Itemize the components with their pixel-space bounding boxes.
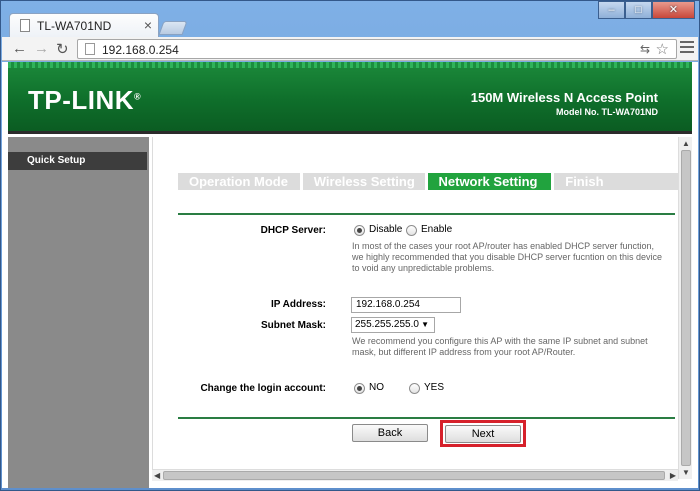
sidebar: Quick Setup bbox=[8, 137, 149, 488]
reload-icon[interactable]: ↻ bbox=[56, 40, 69, 58]
header-banner: TP-LINK® 150M Wireless N Access Point Mo… bbox=[8, 62, 692, 134]
subnet-mask-label: Subnet Mask: bbox=[260, 320, 326, 331]
bookmark-star-icon[interactable]: ☆ bbox=[656, 40, 669, 58]
subnet-mask-select[interactable]: 255.255.255.0 ▼ bbox=[351, 317, 435, 333]
scroll-right-icon[interactable]: ▶ bbox=[670, 471, 676, 480]
login-no-radio[interactable] bbox=[354, 383, 365, 394]
login-yes-label: YES bbox=[424, 382, 445, 393]
dhcp-label: DHCP Server: bbox=[260, 225, 326, 236]
dhcp-enable-radio[interactable] bbox=[406, 225, 417, 236]
login-account-label: Change the login account: bbox=[200, 383, 326, 394]
browser-toolbar: ← → ↻ 192.168.0.254 ⇆ ☆ bbox=[2, 37, 698, 61]
divider-bottom bbox=[178, 417, 675, 419]
page-icon bbox=[20, 19, 30, 32]
back-arrow-icon[interactable]: ← bbox=[12, 40, 27, 57]
minimize-button[interactable]: – bbox=[598, 1, 625, 19]
new-tab-button[interactable] bbox=[158, 21, 188, 35]
horizontal-scrollbar[interactable]: ◀ ▶ bbox=[152, 469, 678, 481]
vertical-scrollbar[interactable]: ▲ ▼ bbox=[678, 137, 692, 479]
tab-title: TL-WA701ND bbox=[37, 19, 112, 33]
menu-icon[interactable] bbox=[680, 41, 694, 56]
login-no-label: NO bbox=[369, 382, 384, 393]
dhcp-disable-radio[interactable] bbox=[354, 225, 365, 236]
step-operation-mode[interactable]: Operation Mode bbox=[178, 173, 300, 190]
url-text[interactable]: 192.168.0.254 bbox=[102, 43, 179, 57]
router-page: TP-LINK® 150M Wireless N Access Point Mo… bbox=[2, 62, 698, 488]
setup-steps: Operation Mode Wireless Setting Network … bbox=[178, 173, 678, 190]
model-number: Model No. TL-WA701ND bbox=[555, 107, 658, 117]
scroll-down-icon[interactable]: ▼ bbox=[682, 468, 690, 477]
next-button[interactable]: Next bbox=[445, 425, 521, 443]
main-content: Operation Mode Wireless Setting Network … bbox=[152, 137, 678, 479]
subnet-mask-value: 255.255.255.0 bbox=[355, 319, 419, 330]
step-network-setting[interactable]: Network Setting bbox=[427, 173, 552, 190]
subnet-note: We recommend you configure this AP with … bbox=[352, 336, 648, 357]
browser-tab[interactable]: TL-WA701ND × bbox=[9, 13, 159, 37]
dhcp-enable-label: Enable bbox=[421, 224, 453, 235]
step-wireless-setting[interactable]: Wireless Setting bbox=[302, 173, 425, 190]
close-window-button[interactable]: ✕ bbox=[652, 1, 695, 19]
vertical-scroll-thumb[interactable] bbox=[681, 150, 691, 466]
back-button[interactable]: Back bbox=[352, 424, 428, 442]
login-yes-radio[interactable] bbox=[409, 383, 420, 394]
product-title: 150M Wireless N Access Point bbox=[470, 90, 658, 105]
dhcp-note: In most of the cases your root AP/router… bbox=[352, 241, 662, 273]
tp-link-logo: TP-LINK® bbox=[28, 85, 142, 115]
address-bar[interactable]: 192.168.0.254 ⇆ ☆ bbox=[77, 39, 677, 59]
ip-address-input[interactable]: 192.168.0.254 bbox=[351, 297, 461, 313]
page-icon bbox=[85, 43, 95, 55]
scroll-up-icon[interactable]: ▲ bbox=[682, 139, 690, 148]
horizontal-scroll-thumb[interactable] bbox=[163, 471, 665, 480]
step-finish[interactable]: Finish bbox=[554, 173, 678, 190]
scroll-left-icon[interactable]: ◀ bbox=[154, 471, 160, 480]
browser-window: – □ ✕ TL-WA701ND × ← → ↻ 192.168.0.254 ⇆… bbox=[0, 0, 700, 491]
translate-icon[interactable]: ⇆ bbox=[640, 42, 650, 56]
ip-address-label: IP Address: bbox=[270, 299, 326, 310]
forward-arrow-icon[interactable]: → bbox=[34, 40, 49, 57]
chevron-down-icon: ▼ bbox=[421, 320, 429, 329]
tab-close-icon[interactable]: × bbox=[144, 17, 152, 33]
maximize-button[interactable]: □ bbox=[625, 1, 652, 19]
sidebar-item-quick-setup[interactable]: Quick Setup bbox=[8, 152, 147, 170]
divider-top bbox=[178, 213, 675, 215]
window-controls: – □ ✕ bbox=[598, 1, 695, 21]
dhcp-disable-label: Disable bbox=[369, 224, 403, 235]
